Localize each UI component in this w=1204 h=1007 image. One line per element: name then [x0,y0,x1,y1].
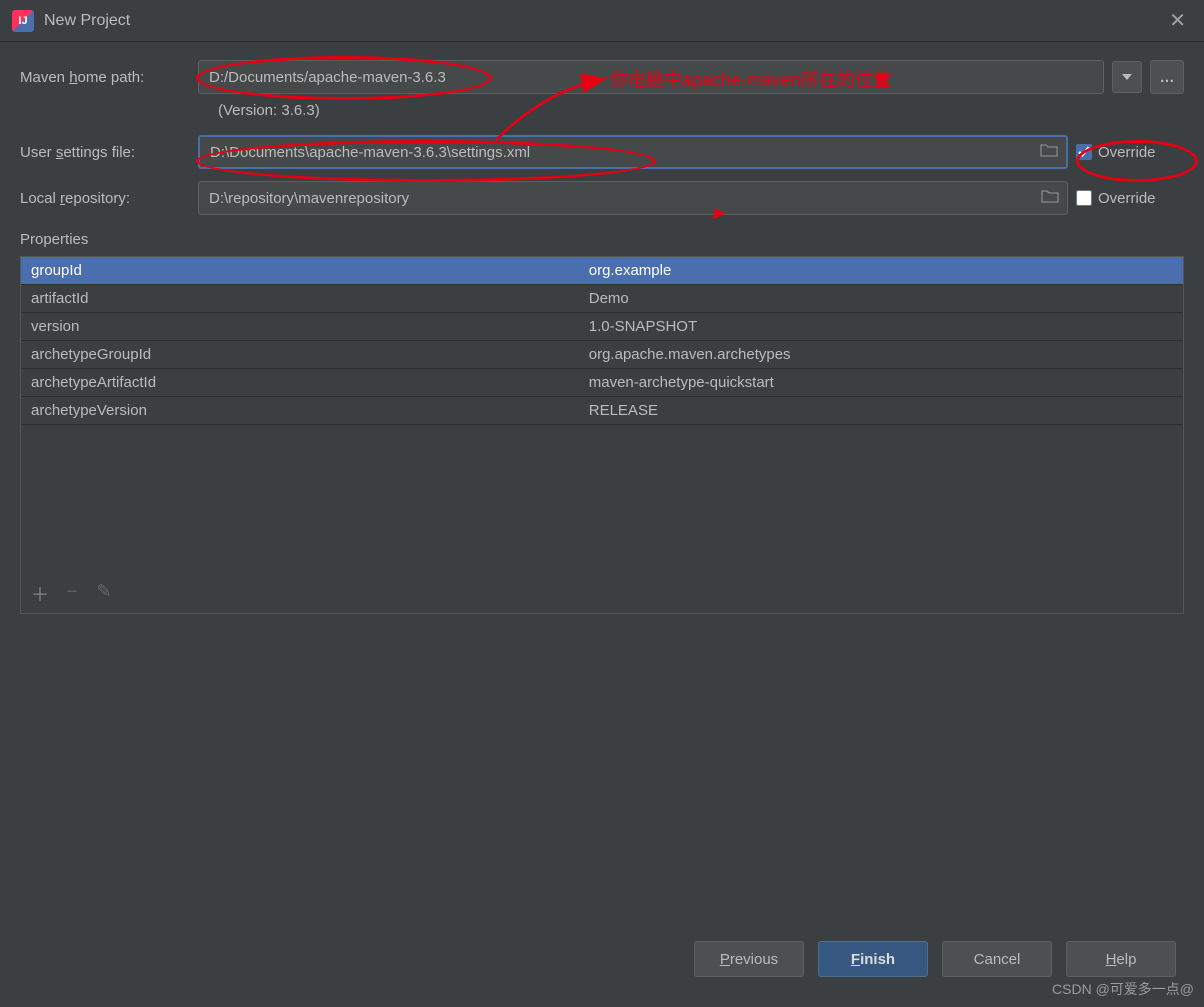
properties-panel: groupIdorg.example artifactIdDemo versio… [20,256,1184,614]
user-settings-override-checkbox[interactable] [1076,144,1092,160]
table-row[interactable]: version1.0-SNAPSHOT [21,313,1183,341]
maven-home-dropdown-icon[interactable] [1112,61,1142,93]
table-row[interactable]: groupIdorg.example [21,257,1183,285]
watermark: CSDN @可爱多一点@ [1052,979,1194,999]
local-repo-override-checkbox[interactable] [1076,190,1092,206]
maven-home-combo[interactable]: D:/Documents/apache-maven-3.6.3 [198,60,1104,94]
table-row[interactable]: archetypeGroupIdorg.apache.maven.archety… [21,341,1183,369]
local-repo-field[interactable]: D:\repository\mavenrepository [198,181,1068,215]
help-button[interactable]: Help [1066,941,1176,977]
properties-label: Properties [0,227,1204,256]
user-settings-field[interactable]: D:\Documents\apache-maven-3.6.3\settings… [198,135,1068,169]
properties-toolbar: ＋ − ✎ [21,575,1183,613]
table-row[interactable]: archetypeVersionRELEASE [21,397,1183,425]
finish-button[interactable]: Finish [818,941,928,977]
local-repo-value: D:\repository\mavenrepository [209,190,409,207]
maven-home-label: Maven home path: [20,69,198,86]
add-icon[interactable]: ＋ [31,581,49,607]
previous-button[interactable]: Previous [694,941,804,977]
table-row[interactable]: artifactIdDemo [21,285,1183,313]
annotation-arrow-icon [486,70,616,150]
table-row[interactable]: archetypeArtifactIdmaven-archetype-quick… [21,369,1183,397]
user-settings-override[interactable]: Override [1076,144,1184,161]
maven-version-text: (Version: 3.6.3) [218,102,1184,119]
app-icon: IJ [12,10,34,32]
window-title: New Project [44,12,130,30]
maven-home-value: D:/Documents/apache-maven-3.6.3 [209,69,446,86]
local-repo-label: Local repository: [20,190,198,207]
maven-home-more-button[interactable]: … [1150,60,1184,94]
user-settings-value: D:\Documents\apache-maven-3.6.3\settings… [210,144,530,161]
titlebar: IJ New Project ✕ [0,0,1204,42]
remove-icon[interactable]: − [63,581,81,607]
user-settings-label: User settings file: [20,144,198,161]
properties-table[interactable]: groupIdorg.example artifactIdDemo versio… [21,257,1183,425]
close-icon[interactable]: ✕ [1163,8,1192,33]
folder-icon[interactable] [1041,189,1059,207]
button-bar: Previous Finish Cancel Help [694,941,1176,977]
folder-icon[interactable] [1040,143,1058,161]
local-repo-override[interactable]: Override [1076,190,1184,207]
edit-icon[interactable]: ✎ [95,581,113,607]
cancel-button[interactable]: Cancel [942,941,1052,977]
